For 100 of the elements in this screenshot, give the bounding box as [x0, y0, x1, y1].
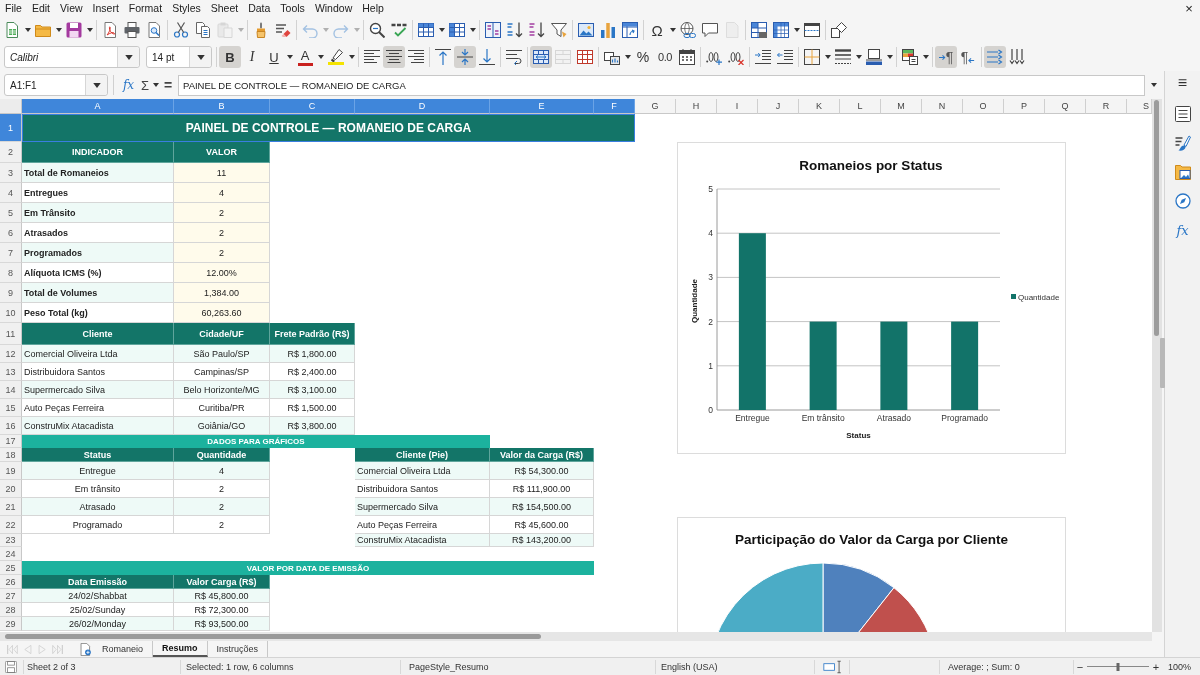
close-document-button[interactable]: × [1180, 0, 1198, 17]
menu-item[interactable]: Help [357, 1, 389, 16]
font-color-button[interactable]: A [294, 46, 316, 68]
bold-button[interactable]: B [219, 46, 241, 68]
caret-icon[interactable] [86, 28, 93, 32]
arrow-left-icon[interactable] [968, 57, 976, 64]
zoom-out-button[interactable]: − [1074, 659, 1086, 674]
sum-button[interactable]: Σ [138, 74, 152, 96]
caret-icon[interactable] [1151, 83, 1157, 87]
row-header[interactable]: 11 [0, 323, 22, 345]
row-header[interactable]: 27 [0, 589, 22, 603]
row-header[interactable]: 17 [0, 435, 22, 448]
row-header[interactable]: 20 [0, 480, 22, 498]
caret-icon[interactable] [124, 54, 133, 60]
column-header[interactable]: K [799, 99, 840, 114]
formula-button[interactable]: = [162, 74, 174, 96]
row-header[interactable]: 14 [0, 381, 22, 399]
sidebar-collapse-handle[interactable] [1160, 338, 1165, 388]
column-header[interactable]: R [1086, 99, 1127, 114]
menu-item[interactable]: Sheet [205, 1, 244, 16]
add-sheet-button[interactable] [78, 642, 92, 656]
column-header[interactable]: L [840, 99, 881, 114]
row-header[interactable]: 29 [0, 617, 22, 631]
row-header[interactable]: 7 [0, 243, 22, 263]
caret-icon[interactable] [669, 28, 676, 32]
row-header[interactable]: 12 [0, 345, 22, 363]
column-header[interactable]: H [676, 99, 717, 114]
row-header[interactable]: 1 [0, 114, 22, 142]
row-header[interactable]: 26 [0, 575, 22, 589]
column-header[interactable]: M [881, 99, 922, 114]
row-header[interactable]: 9 [0, 283, 22, 303]
formula-input-field[interactable]: PAINEL DE CONTROLE — ROMANEIO DE CARGA [178, 74, 1145, 96]
column-header[interactable]: Q [1045, 99, 1086, 114]
font-size-combobox[interactable]: 14 pt [146, 46, 212, 68]
column-header[interactable]: A [22, 99, 174, 114]
percent-format-button[interactable]: % [632, 46, 654, 68]
name-box[interactable]: A1:F1 [4, 74, 108, 96]
right-to-left-button[interactable]: ¶ [957, 46, 979, 68]
caret-icon[interactable] [317, 55, 324, 59]
caret-icon[interactable] [348, 55, 355, 59]
row-header[interactable]: 4 [0, 183, 22, 203]
row-header[interactable]: 16 [0, 417, 22, 435]
caret-icon[interactable] [286, 55, 293, 59]
caret-icon[interactable] [24, 28, 31, 32]
special-character-button[interactable]: Ω [646, 19, 668, 41]
column-header[interactable]: E [490, 99, 594, 114]
menu-item[interactable]: File [0, 1, 27, 16]
menu-item[interactable]: Insert [87, 1, 124, 16]
function-wizard-button[interactable]: fx [119, 74, 138, 96]
row-header[interactable]: 5 [0, 203, 22, 223]
caret-icon[interactable] [153, 83, 159, 87]
row-header[interactable]: 25 [0, 561, 22, 575]
row-header[interactable]: 10 [0, 303, 22, 323]
slider-thumb[interactable] [1116, 662, 1120, 671]
row-header[interactable]: 6 [0, 223, 22, 243]
column-header[interactable]: I [717, 99, 758, 114]
caret-icon[interactable] [92, 82, 101, 88]
general-format-button[interactable]: 0.0 [654, 46, 676, 68]
column-header[interactable]: P [1004, 99, 1045, 114]
caret-icon[interactable] [793, 28, 800, 32]
underline-button[interactable]: U [263, 46, 285, 68]
row-header[interactable]: 19 [0, 462, 22, 480]
left-to-right-button[interactable]: ¶ [935, 46, 957, 68]
horizontal-scrollbar[interactable] [0, 632, 1152, 641]
scrollbar-thumb[interactable] [1154, 100, 1159, 336]
row-header[interactable]: 21 [0, 498, 22, 516]
column-header[interactable]: S [1127, 99, 1152, 114]
column-header[interactable]: D [355, 99, 490, 114]
row-header[interactable]: 28 [0, 603, 22, 617]
row-header[interactable]: 24 [0, 547, 22, 561]
caret-icon[interactable] [438, 28, 445, 32]
menu-item[interactable]: Tools [275, 1, 310, 16]
row-header[interactable]: 13 [0, 363, 22, 381]
scrollbar-thumb[interactable] [5, 634, 541, 639]
row-header[interactable]: 22 [0, 516, 22, 534]
caret-icon[interactable] [196, 54, 205, 60]
column-header[interactable]: B [174, 99, 270, 114]
font-name-combobox[interactable]: Calibri [4, 46, 140, 68]
row-header[interactable]: 3 [0, 163, 22, 183]
menu-item[interactable]: Data [243, 1, 276, 16]
dropdown-button[interactable] [85, 75, 107, 95]
caret-icon[interactable] [855, 55, 862, 59]
row-header[interactable]: 8 [0, 263, 22, 283]
dropdown-button[interactable] [117, 47, 139, 67]
column-header[interactable]: O [963, 99, 1004, 114]
menu-item[interactable]: Window [309, 1, 358, 16]
menu-item[interactable]: View [55, 1, 88, 16]
column-header[interactable]: G [635, 99, 676, 114]
caret-icon[interactable] [824, 55, 831, 59]
row-header[interactable]: 23 [0, 534, 22, 547]
caret-icon[interactable] [624, 55, 631, 59]
functions-button[interactable]: fx [1170, 218, 1195, 242]
caret-icon[interactable] [55, 28, 62, 32]
dropdown-button[interactable] [189, 47, 211, 67]
rectangle-cursor-icon[interactable] [823, 659, 842, 674]
row-header[interactable]: 15 [0, 399, 22, 417]
column-header[interactable]: N [922, 99, 963, 114]
column-header[interactable]: J [758, 99, 799, 114]
caret-icon[interactable] [922, 55, 929, 59]
row-header[interactable]: 18 [0, 448, 22, 462]
